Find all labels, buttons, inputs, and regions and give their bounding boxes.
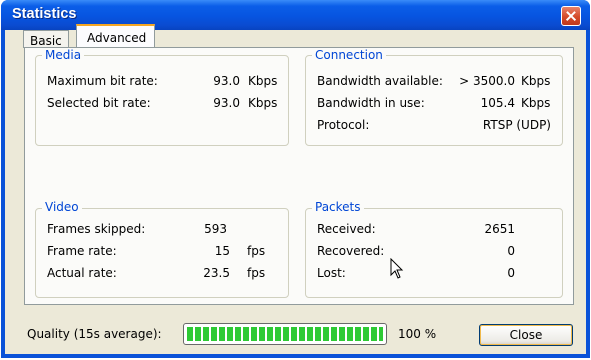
bandwidth-available-unit: Kbps [521,74,551,88]
max-bit-rate-value: 93.0 [213,74,240,88]
tab-basic[interactable]: Basic [23,30,69,48]
frames-skipped-value: 593 [204,222,227,236]
media-group-title: Media [42,48,85,62]
frame-rate-value: 15 [214,244,230,258]
connection-group-title: Connection [312,48,386,62]
protocol-value: RTSP (UDP) [482,118,551,132]
max-bit-rate-unit: Kbps [248,74,278,88]
recovered-label: Recovered: [317,244,385,258]
selected-bit-rate-unit: Kbps [248,96,278,110]
frame-rate-unit: fps [247,244,266,258]
selected-bit-rate-value: 93.0 [213,96,240,110]
lost-label: Lost: [317,266,346,280]
packets-group-title: Packets [312,200,364,214]
received-value: 2651 [484,222,515,236]
close-button[interactable]: Close [479,324,573,346]
advanced-tab-panel: Media Maximum bit rate: 93.0 Kbps Select… [24,47,574,305]
bandwidth-in-use-label: Bandwidth in use: [317,96,425,110]
window-title: Statistics [12,6,77,22]
close-window-icon[interactable] [561,6,581,26]
mouse-cursor-icon [390,258,404,279]
received-label: Received: [317,222,376,236]
max-bit-rate-label: Maximum bit rate: [47,74,158,88]
quality-progress-bar [183,323,387,345]
bandwidth-available-value: > 3500.0 [459,74,515,88]
frames-skipped-label: Frames skipped: [47,222,146,236]
tab-advanced[interactable]: Advanced [76,24,155,48]
lost-value: 0 [507,266,515,280]
frame-rate-label: Frame rate: [47,244,117,258]
actual-rate-unit: fps [247,266,266,280]
bandwidth-in-use-value: 105.4 [480,96,515,110]
actual-rate-value: 23.5 [203,266,230,280]
quality-label: Quality (15s average): [27,327,162,341]
selected-bit-rate-label: Selected bit rate: [47,96,151,110]
quality-progress-fill [187,327,383,341]
recovered-value: 0 [507,244,515,258]
bandwidth-available-label: Bandwidth available: [317,74,443,88]
protocol-label: Protocol: [317,118,370,132]
quality-percent: 100 % [398,327,437,341]
video-group-title: Video [42,200,82,214]
actual-rate-label: Actual rate: [47,266,117,280]
bandwidth-in-use-unit: Kbps [521,96,551,110]
